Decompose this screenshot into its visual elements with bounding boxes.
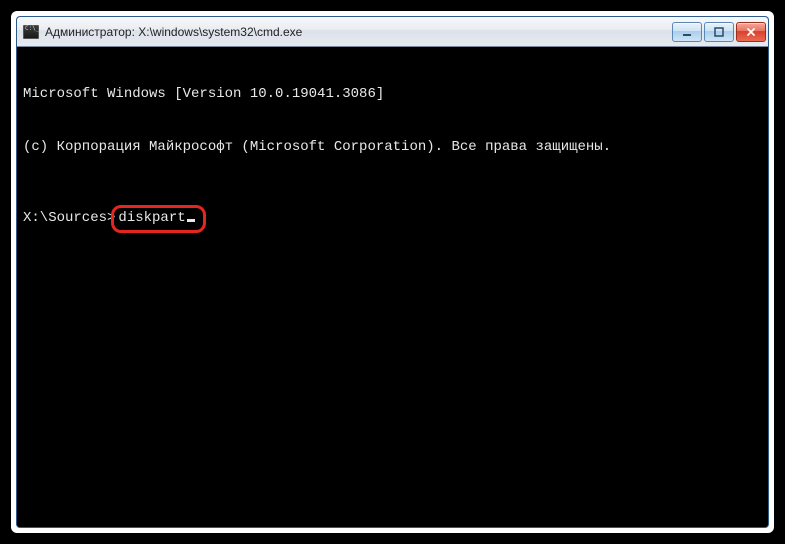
prompt-text: X:\Sources>	[23, 210, 115, 228]
terminal-area[interactable]: Microsoft Windows [Version 10.0.19041.30…	[17, 47, 768, 527]
minimize-button[interactable]	[672, 22, 702, 42]
cmd-window: Администратор: X:\windows\system32\cmd.e…	[16, 16, 769, 528]
cmd-icon	[23, 25, 39, 39]
terminal-output-line: (c) Корпорация Майкрософт (Microsoft Cor…	[23, 139, 762, 157]
maximize-button[interactable]	[704, 22, 734, 42]
text-cursor	[187, 219, 195, 222]
window-title: Администратор: X:\windows\system32\cmd.e…	[45, 25, 666, 39]
command-highlight: diskpart	[111, 205, 205, 233]
typed-command: diskpart	[118, 210, 185, 228]
close-button[interactable]	[736, 22, 766, 42]
terminal-output-line: Microsoft Windows [Version 10.0.19041.30…	[23, 86, 762, 104]
titlebar[interactable]: Администратор: X:\windows\system32\cmd.e…	[17, 17, 768, 47]
outer-frame: Администратор: X:\windows\system32\cmd.e…	[11, 11, 774, 533]
window-controls	[672, 22, 766, 42]
prompt-line: X:\Sources>diskpart	[23, 205, 762, 233]
